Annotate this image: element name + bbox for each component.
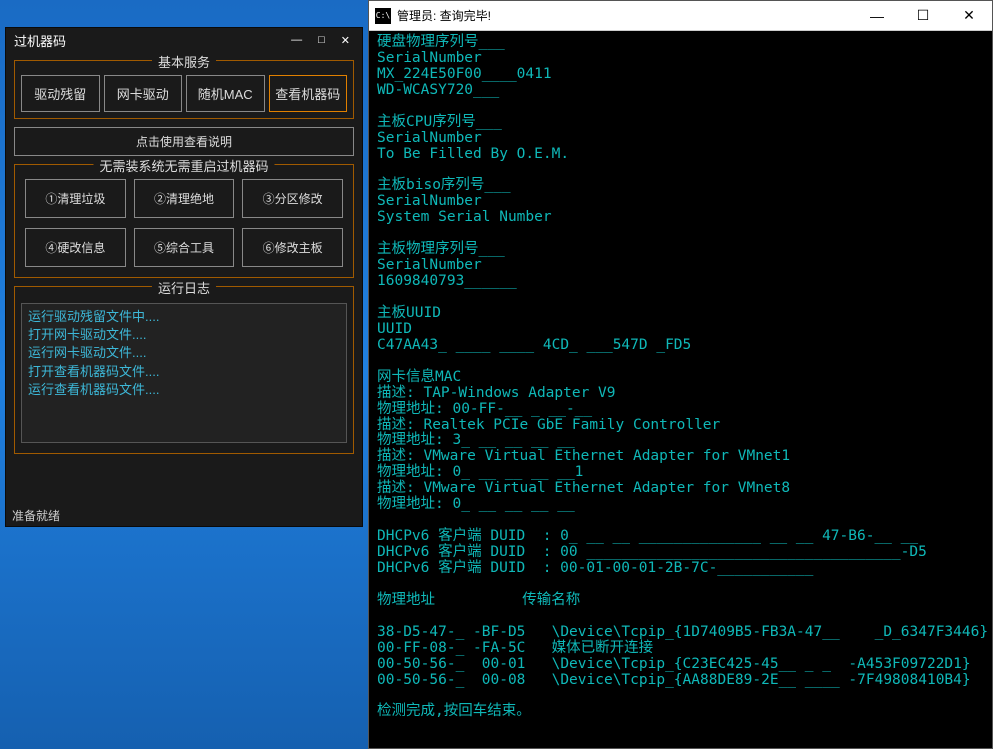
log-line: 运行驱动残留文件中.... [28,308,340,326]
log-line: 运行查看机器码文件.... [28,381,340,399]
partition-modify-button[interactable]: ③分区修改 [242,179,343,218]
view-machine-code-button[interactable]: 查看机器码 [269,75,348,112]
modify-motherboard-button[interactable]: ⑥修改主板 [242,228,343,267]
driver-residue-button[interactable]: 驱动残留 [21,75,100,112]
minimize-button[interactable]: — [854,1,900,31]
panel-title: 运行日志 [152,278,216,297]
app-title: 过机器码 [14,31,66,50]
log-line: 运行网卡驱动文件.... [28,344,340,362]
log-line: 打开网卡驱动文件.... [28,326,340,344]
maximize-button[interactable]: □ [314,34,329,47]
random-mac-button[interactable]: 随机MAC [186,75,265,112]
clean-garbage-button[interactable]: ①清理垃圾 [25,179,126,218]
cmd-icon: C:\ [375,8,391,24]
panel-title: 无需装系统无需重启过机器码 [93,156,274,175]
network-driver-button[interactable]: 网卡驱动 [104,75,183,112]
console-titlebar[interactable]: C:\ 管理员: 查询完毕! — ☐ ✕ [369,1,992,31]
log-line: 打开查看机器码文件.... [28,363,340,381]
console-title: 管理员: 查询完毕! [397,7,854,24]
admin-console: C:\ 管理员: 查询完毕! — ☐ ✕ 硬盘物理序列号___ SerialNu… [368,0,993,749]
basic-services-panel: 基本服务 驱动残留 网卡驱动 随机MAC 查看机器码 [14,60,354,119]
machine-code-app: 过机器码 — □ ✕ 基本服务 驱动残留 网卡驱动 随机MAC 查看机器码 点击… [5,27,363,527]
no-reinstall-panel: 无需装系统无需重启过机器码 ①清理垃圾 ②清理绝地 ③分区修改 ④硬改信息 ⑤综… [14,164,354,278]
integrated-tools-button[interactable]: ⑤综合工具 [134,228,235,267]
close-button[interactable]: ✕ [337,34,354,47]
clean-jedi-button[interactable]: ②清理绝地 [134,179,235,218]
view-instructions-button[interactable]: 点击使用查看说明 [14,127,354,156]
panel-title: 基本服务 [152,52,216,71]
console-output[interactable]: 硬盘物理序列号___ SerialNumber MX_224E50F00____… [369,31,992,724]
maximize-button[interactable]: ☐ [900,1,946,31]
hardware-info-button[interactable]: ④硬改信息 [25,228,126,267]
minimize-button[interactable]: — [287,34,306,47]
log-textarea[interactable]: 运行驱动残留文件中.... 打开网卡驱动文件.... 运行网卡驱动文件.... … [21,303,347,443]
app-titlebar[interactable]: 过机器码 — □ ✕ [6,28,362,52]
close-button[interactable]: ✕ [946,1,992,31]
status-bar: 准备就绪 [12,507,60,524]
log-panel: 运行日志 运行驱动残留文件中.... 打开网卡驱动文件.... 运行网卡驱动文件… [14,286,354,454]
